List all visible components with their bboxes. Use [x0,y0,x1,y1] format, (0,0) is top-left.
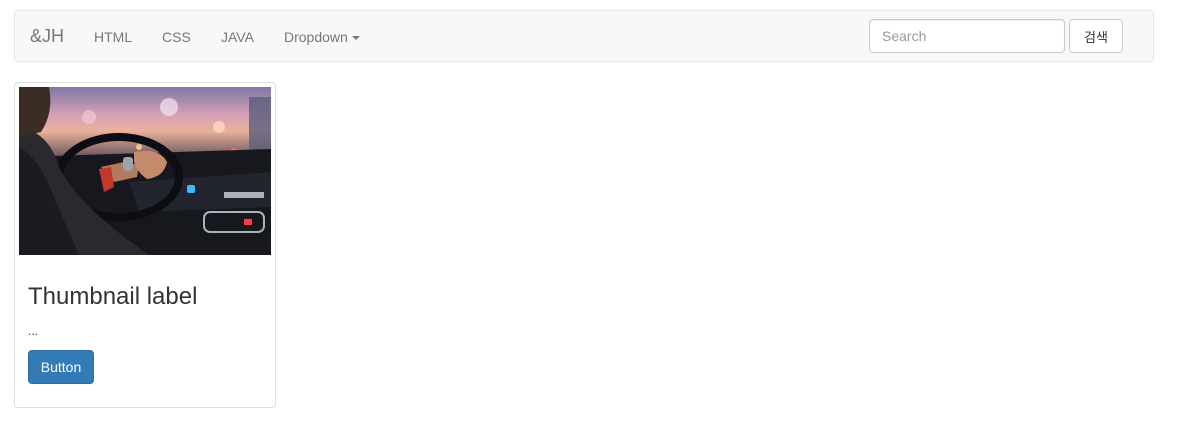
search-button[interactable]: 검색 [1069,19,1123,53]
thumbnail-image [19,87,271,255]
nav-link-java[interactable]: JAVA [221,27,254,47]
search-input[interactable] [869,19,1065,53]
thumbnail-text: ... [28,324,39,338]
nav-link-html[interactable]: HTML [94,27,132,47]
brand-link[interactable]: &JH [30,26,64,46]
navbar: &JH HTML CSS JAVA Dropdown 검색 [14,10,1154,62]
thumbnail-button[interactable]: Button [28,350,94,384]
thumbnail-card: Thumbnail label ... Button [14,82,276,408]
nav-dropdown-label: Dropdown [284,29,348,45]
nav-dropdown-toggle[interactable]: Dropdown [284,27,360,47]
car-driving-photo-icon [19,87,271,255]
thumbnail-title: Thumbnail label [28,283,198,310]
nav-link-css[interactable]: CSS [162,27,191,47]
caret-down-icon [351,36,360,41]
